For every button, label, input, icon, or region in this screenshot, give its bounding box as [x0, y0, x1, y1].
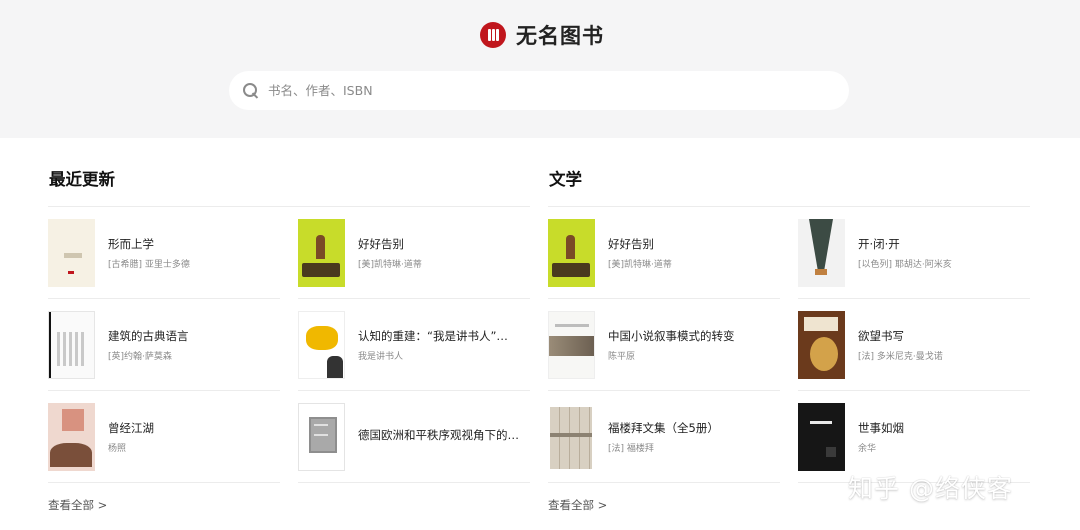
book-author: [美]凯特琳·道蒂: [608, 260, 672, 270]
book-cover[interactable]: [798, 219, 845, 287]
book-item[interactable]: 好好告别 [美]凯特琳·道蒂: [548, 207, 780, 299]
watermark: 知乎 @络侠客: [848, 474, 1013, 503]
book-title[interactable]: 福楼拜文集（全5册）: [608, 420, 778, 436]
book-title[interactable]: 形而上学: [108, 236, 278, 252]
book-title[interactable]: 好好告别: [608, 236, 778, 252]
book-author: [英]约翰·萨莫森: [108, 352, 172, 362]
books-logo-icon: [480, 22, 506, 48]
book-item[interactable]: 建筑的古典语言 [英]约翰·萨莫森: [48, 299, 280, 391]
book-item[interactable]: 认知的重建：“我是讲书人”… 我是讲书人: [298, 299, 530, 391]
search-input[interactable]: [268, 83, 808, 98]
book-item[interactable]: 曾经江湖 杨照: [48, 391, 280, 483]
book-cover[interactable]: [48, 219, 95, 287]
book-cover[interactable]: [48, 311, 95, 379]
book-author: [美]凯特琳·道蒂: [358, 260, 422, 270]
section-recent-updates: 最近更新 形而上学 [古希腊] 亚里士多德 好好告别 [美]凯特琳·道蒂 建筑的…: [48, 165, 530, 513]
book-item[interactable]: 形而上学 [古希腊] 亚里士多德: [48, 207, 280, 299]
book-cover[interactable]: [298, 219, 345, 287]
book-cover[interactable]: [298, 311, 345, 379]
book-cover[interactable]: [548, 403, 595, 471]
book-title[interactable]: 曾经江湖: [108, 420, 278, 436]
book-title[interactable]: 开·闭·开: [858, 236, 1028, 252]
section-title: 文学: [549, 170, 582, 189]
book-cover[interactable]: [798, 311, 845, 379]
book-author: 陈平原: [608, 352, 636, 362]
site-title: 无名图书: [516, 23, 604, 48]
section-literature: 文学 好好告别 [美]凯特琳·道蒂 开·闭·开 [以色列] 耶胡达·阿米亥 中国…: [548, 165, 1030, 513]
book-title[interactable]: 欲望书写: [858, 328, 1028, 344]
book-placeholder-icon[interactable]: [298, 403, 345, 471]
book-author: [法] 多米尼克·曼戈诺: [858, 352, 943, 362]
book-item[interactable]: 欲望书写 [法] 多米尼克·曼戈诺: [798, 299, 1030, 391]
book-item[interactable]: 德国欧洲和平秩序观视角下的…: [298, 391, 530, 483]
book-title[interactable]: 中国小说叙事模式的转变: [608, 328, 778, 344]
book-author: 我是讲书人: [358, 352, 404, 362]
book-title[interactable]: 认知的重建：“我是讲书人”…: [358, 328, 528, 344]
book-author: 余华: [858, 444, 877, 454]
book-author: [法] 福楼拜: [608, 444, 654, 454]
view-all-link[interactable]: 查看全部 >: [548, 497, 607, 513]
book-title[interactable]: 德国欧洲和平秩序观视角下的…: [358, 427, 528, 443]
book-cover[interactable]: [548, 311, 595, 379]
book-cover[interactable]: [798, 403, 845, 471]
book-grid: 好好告别 [美]凯特琳·道蒂 开·闭·开 [以色列] 耶胡达·阿米亥 中国小说叙…: [548, 207, 1030, 483]
book-title[interactable]: 世事如烟: [858, 420, 1028, 436]
section-title: 最近更新: [49, 170, 115, 189]
header: 无名图书: [0, 0, 1080, 138]
brand[interactable]: 无名图书: [480, 20, 604, 50]
search-bar[interactable]: [229, 71, 849, 110]
book-item[interactable]: 中国小说叙事模式的转变 陈平原: [548, 299, 780, 391]
view-all-link[interactable]: 查看全部 >: [48, 497, 107, 513]
book-cover[interactable]: [48, 403, 95, 471]
book-title[interactable]: 好好告别: [358, 236, 528, 252]
search-icon[interactable]: [243, 82, 259, 99]
book-author: [古希腊] 亚里士多德: [108, 260, 190, 270]
book-item[interactable]: 福楼拜文集（全5册） [法] 福楼拜: [548, 391, 780, 483]
book-author: [以色列] 耶胡达·阿米亥: [858, 260, 952, 270]
book-cover[interactable]: [548, 219, 595, 287]
book-item[interactable]: 好好告别 [美]凯特琳·道蒂: [298, 207, 530, 299]
book-item[interactable]: 开·闭·开 [以色列] 耶胡达·阿米亥: [798, 207, 1030, 299]
book-title[interactable]: 建筑的古典语言: [108, 328, 278, 344]
book-author: 杨照: [108, 444, 127, 454]
book-grid: 形而上学 [古希腊] 亚里士多德 好好告别 [美]凯特琳·道蒂 建筑的古典语言 …: [48, 207, 530, 483]
